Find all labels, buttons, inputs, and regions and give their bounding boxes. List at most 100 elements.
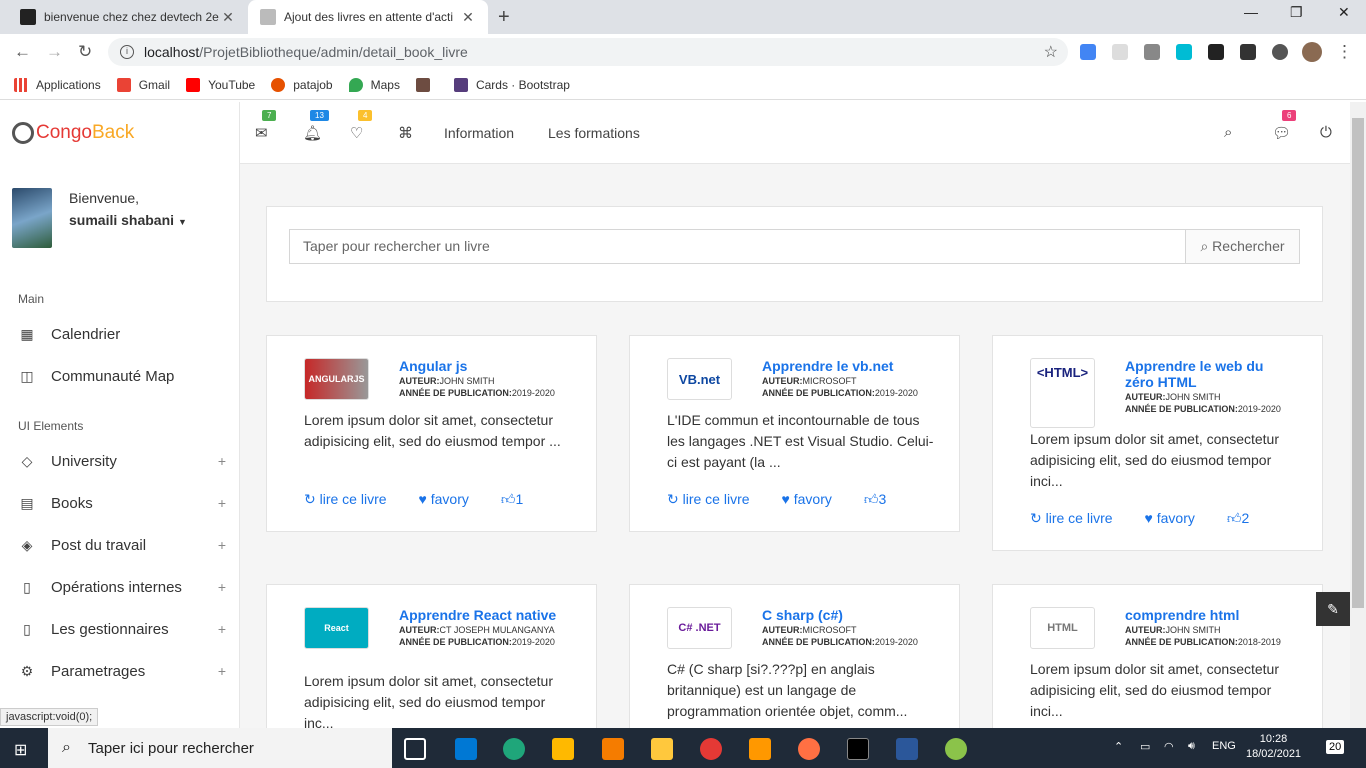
book-meta: AUTEUR:JOHN SMITH ANNÉE DE PUBLICATION:20… [1125, 625, 1281, 647]
language-icon[interactable]: ⌘ [398, 124, 413, 142]
wifi-icon[interactable]: ◠ [1164, 740, 1174, 753]
browser-tab-bar: bienvenue chez chez devtech 2e ✕ Ajout d… [0, 0, 1366, 34]
app-logo[interactable]: Congo Back [12, 122, 134, 144]
like-button[interactable]: 👍︎3 [864, 491, 902, 508]
windows-start-icon[interactable]: ⊞ [14, 740, 27, 760]
terminal-icon[interactable] [847, 738, 869, 760]
maximize-icon[interactable]: ❐ [1290, 4, 1303, 21]
sidebar-item-operations-internes[interactable]: ▯ Opérations internes + [18, 573, 230, 601]
book-title-link[interactable]: C sharp (c#) [762, 607, 932, 623]
sidebar-item-communaute-map[interactable]: ◫ Communauté Map [18, 362, 230, 390]
close-window-icon[interactable]: ✕ [1338, 4, 1350, 21]
scrollbar-thumb[interactable] [1352, 118, 1364, 608]
bookmark-applications[interactable]: Applications [14, 77, 101, 92]
browser-tab-2[interactable]: Ajout des livres en attente d'acti ✕ [248, 0, 488, 34]
translate-extension-icon[interactable] [1080, 44, 1096, 60]
task-view-icon[interactable] [404, 738, 426, 760]
read-book-link[interactable]: ↻ lire ce livre [304, 491, 403, 508]
search-icon: ⌕ [1200, 238, 1209, 254]
like-button[interactable]: 👍︎2 [1227, 510, 1265, 527]
bell-icon[interactable]: 🔔︎ [303, 124, 322, 142]
back-icon[interactable]: ← [14, 42, 31, 62]
taskbar-search[interactable]: ⌕ Taper ici pour rechercher [48, 728, 392, 768]
bookmark-bootstrap-cards[interactable]: Cards · Bootstrap [453, 77, 570, 92]
like-button[interactable]: 👍︎1 [501, 491, 539, 508]
sidebar-item-les-gestionnaires[interactable]: ▯ Les gestionnaires + [18, 615, 230, 643]
menu-kebab-icon[interactable]: ⋮ [1336, 42, 1353, 62]
sidebar-item-parametrages[interactable]: ⚙ Parametrages + [18, 657, 230, 685]
close-tab-icon[interactable]: ✕ [460, 9, 476, 26]
extension-icon[interactable] [1240, 44, 1256, 60]
book-card: ANGULARJS Angular js AUTEUR:JOHN SMITH AN… [266, 335, 597, 532]
page-content: Congo Back Bienvenue, sumaili shabani ▼ M… [0, 102, 1366, 728]
app-icon[interactable] [945, 738, 967, 760]
profile-avatar[interactable] [1302, 42, 1322, 62]
store-icon[interactable] [552, 738, 574, 760]
browser-tab-1[interactable]: bienvenue chez chez devtech 2e ✕ [8, 0, 248, 34]
book-search-input[interactable]: Taper pour rechercher un livre [289, 229, 1186, 264]
sidebar-item-calendrier[interactable]: ▦ Calendrier [18, 320, 230, 348]
book-title-link[interactable]: comprendre html [1125, 607, 1295, 623]
notification-center-icon[interactable]: 20 [1326, 740, 1345, 754]
sidebar-item-books[interactable]: ▤ Books + [18, 489, 230, 517]
book-actions: ↻ lire ce livre ♥ favory 👍︎1 [304, 491, 555, 508]
nav-link-formations[interactable]: Les formations [548, 125, 640, 141]
bookmark-maps[interactable]: Maps [348, 77, 400, 92]
file-explorer-icon[interactable] [651, 738, 673, 760]
book-title-link[interactable]: Apprendre le vb.net [762, 358, 932, 374]
url-field[interactable]: i localhost/ProjetBibliotheque/admin/det… [108, 38, 1068, 66]
vue-devtools-icon[interactable] [1144, 44, 1160, 60]
status-url: javascript:void(0); [0, 708, 99, 726]
new-tab-icon[interactable]: + [498, 6, 510, 29]
search-button[interactable]: ⌕ Rechercher [1185, 229, 1300, 264]
close-tab-icon[interactable]: ✕ [220, 9, 236, 26]
extensions-puzzle-icon[interactable] [1272, 44, 1288, 60]
customizer-toggle-icon[interactable]: ✎ [1316, 592, 1350, 626]
book-description: Lorem ipsum dolor sit amet, consectetur … [1030, 661, 1279, 719]
bookmark-youtube[interactable]: YouTube [186, 77, 255, 92]
sidebar-item-university[interactable]: ◇ University + [18, 447, 230, 475]
site-info-icon[interactable]: i [120, 45, 134, 59]
favorite-link[interactable]: ♥ favory [419, 491, 485, 508]
edge-icon[interactable] [503, 738, 525, 760]
book-title-link[interactable]: Apprendre React native [399, 607, 569, 623]
book-title-link[interactable]: Apprendre le web du zéro HTML [1125, 358, 1295, 390]
xampp-icon[interactable] [602, 738, 624, 760]
read-book-link[interactable]: ↻ lire ce livre [1030, 510, 1129, 527]
search-icon: ⌕ [62, 739, 71, 756]
minimize-icon[interactable]: — [1244, 4, 1258, 20]
nav-link-information[interactable]: Information [444, 125, 514, 141]
book-title-link[interactable]: Angular js [399, 358, 569, 374]
extension-icon[interactable] [1208, 44, 1224, 60]
heart-icon[interactable]: ♡ [350, 124, 363, 142]
read-book-link[interactable]: ↻ lire ce livre [667, 491, 766, 508]
bookmark-unnamed[interactable] [415, 77, 438, 92]
network-icon[interactable]: ▭ [1140, 740, 1150, 753]
power-icon[interactable]: ⏻ [1320, 124, 1332, 141]
firefox-icon[interactable] [798, 738, 820, 760]
sidebar-item-post-du-travail[interactable]: ◈ Post du travail + [18, 531, 230, 559]
page-scrollbar[interactable] [1350, 102, 1366, 728]
favorite-link[interactable]: ♥ favory [1145, 510, 1211, 527]
bookmark-gmail[interactable]: Gmail [116, 77, 170, 92]
chrome-icon[interactable] [700, 738, 722, 760]
chat-icon[interactable]: 💬︎ [1272, 124, 1291, 142]
volume-icon[interactable]: 🔊︎ [1188, 740, 1195, 753]
extension-icon[interactable] [1176, 44, 1192, 60]
forward-icon[interactable]: → [46, 42, 63, 62]
vscode-icon[interactable] [455, 738, 477, 760]
book-description: Lorem ipsum dolor sit amet, consectetur … [304, 412, 561, 449]
extension-icon[interactable] [1112, 44, 1128, 60]
bookmark-patajob[interactable]: patajob [271, 77, 333, 92]
sublime-text-icon[interactable] [749, 738, 771, 760]
word-icon[interactable] [896, 738, 918, 760]
language-indicator[interactable]: ENG [1212, 740, 1236, 752]
mail-icon[interactable]: ✉ [255, 124, 268, 142]
reload-icon[interactable]: ↻ [78, 42, 92, 62]
tray-chevron-icon[interactable]: ⌃ [1114, 740, 1123, 753]
clock[interactable]: 10:28 18/02/2021 [1246, 732, 1301, 762]
search-icon[interactable]: ⌕ [1224, 124, 1232, 141]
user-menu-toggle[interactable]: sumaili shabani ▼ [69, 212, 187, 228]
bookmark-star-icon[interactable]: ☆ [1044, 42, 1058, 62]
favorite-link[interactable]: ♥ favory [782, 491, 848, 508]
